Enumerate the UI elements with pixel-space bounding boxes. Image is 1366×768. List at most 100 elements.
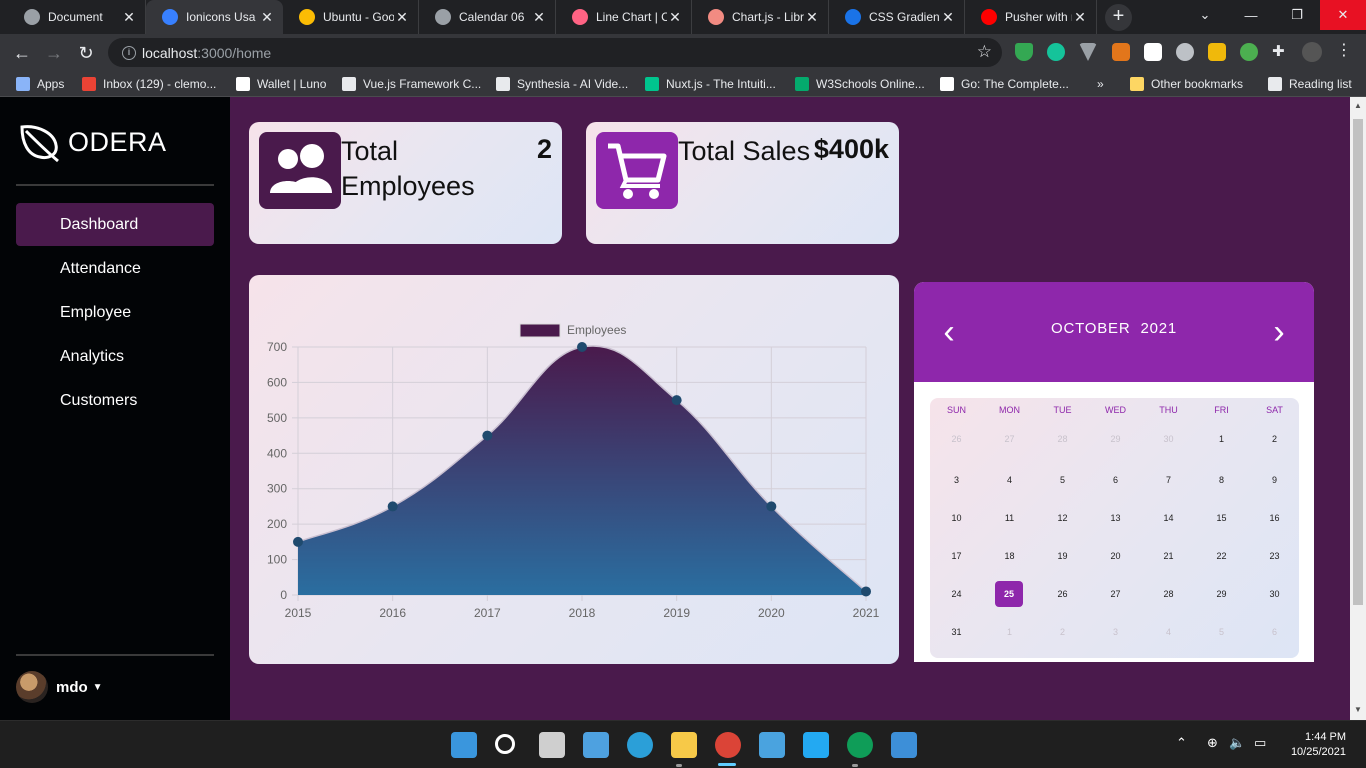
calendar-day[interactable]: 17 [930, 543, 983, 569]
browser-tab[interactable]: Calendar 06 ✕ [419, 0, 556, 34]
calendar-day[interactable]: 4 [983, 467, 1036, 493]
site-info-icon[interactable]: i [122, 45, 136, 60]
calendar-day[interactable]: 28 [1142, 581, 1195, 607]
widgets-icon[interactable] [583, 732, 609, 758]
next-month-icon[interactable]: › [1264, 312, 1294, 352]
close-tab-icon[interactable]: ✕ [259, 9, 275, 26]
battery-icon[interactable]: ▭ [1254, 735, 1266, 751]
bookmark-item[interactable]: Vue.js Framework C... [342, 75, 481, 93]
grammarly-icon[interactable] [1047, 43, 1065, 61]
calendar-day[interactable]: 6 [1248, 619, 1301, 645]
bookmark-item[interactable]: Go: The Complete... [940, 75, 1069, 93]
calendar-day[interactable]: 1 [983, 619, 1036, 645]
calendar-day[interactable]: 19 [1036, 543, 1089, 569]
sidebar-item-analytics[interactable]: Analytics [16, 335, 214, 378]
browser-tab[interactable]: Ubuntu - Goo ✕ [283, 0, 419, 34]
calendar-day[interactable]: 23 [1248, 543, 1301, 569]
calendar-day[interactable]: 30 [1142, 426, 1195, 452]
chrome-menu-icon[interactable]: ⋮ [1336, 40, 1354, 59]
calendar-day[interactable]: 26 [1036, 581, 1089, 607]
vscode-icon[interactable] [803, 732, 829, 758]
more-bookmarks-button[interactable]: » [1097, 75, 1104, 93]
calendar-day[interactable]: 14 [1142, 505, 1195, 531]
globe-extension-icon[interactable] [1240, 43, 1258, 61]
bookmark-item[interactable]: Synthesia - AI Vide... [496, 75, 628, 93]
calendar-day[interactable]: 5 [1195, 619, 1248, 645]
browser-tab[interactable]: Pusher with n ✕ [965, 0, 1097, 34]
calendar-day[interactable]: 7 [1142, 467, 1195, 493]
browser-tab[interactable]: CSS Gradient ✕ [829, 0, 965, 34]
calendar-day[interactable]: 29 [1089, 426, 1142, 452]
close-tab-icon[interactable]: ✕ [804, 9, 820, 26]
calendar-day[interactable]: 30 [1248, 581, 1301, 607]
calendar-day[interactable]: 10 [930, 505, 983, 531]
calendar-day[interactable]: 16 [1248, 505, 1301, 531]
address-bar[interactable]: i localhost:3000/home ☆ [108, 38, 1002, 67]
browser-tab[interactable]: Line Chart | C ✕ [556, 0, 692, 34]
calendar-day[interactable]: 24 [930, 581, 983, 607]
calendar-day[interactable]: 26 [930, 426, 983, 452]
calendar-day[interactable]: 27 [983, 426, 1036, 452]
scrollbar-thumb[interactable] [1353, 119, 1363, 605]
sidebar-item-employee[interactable]: Employee [16, 291, 214, 334]
calendar-day[interactable]: 15 [1195, 505, 1248, 531]
task-view-icon[interactable] [539, 732, 565, 758]
calendar-day[interactable]: 22 [1195, 543, 1248, 569]
calendar-day[interactable]: 2 [1036, 619, 1089, 645]
photos-icon[interactable] [891, 732, 917, 758]
calendar-day[interactable]: 27 [1089, 581, 1142, 607]
show-hidden-icons-icon[interactable]: ⌃ [1176, 735, 1187, 751]
close-window-button[interactable]: ✕ [1320, 0, 1366, 30]
brand-logo[interactable]: ODERA [18, 121, 167, 163]
close-tab-icon[interactable]: ✕ [1072, 9, 1088, 26]
language-icon[interactable]: ⊕ [1207, 735, 1218, 751]
scroll-up-icon[interactable]: ▲ [1354, 101, 1362, 110]
calendar-day[interactable]: 11 [983, 505, 1036, 531]
bookmark-item[interactable]: Apps [16, 75, 64, 93]
chrome-profile-icon[interactable] [847, 732, 873, 758]
calendar-day[interactable]: 13 [1089, 505, 1142, 531]
calendar-day[interactable]: 4 [1142, 619, 1195, 645]
volume-icon[interactable]: 🔈 [1229, 735, 1245, 751]
binance-wallet-icon[interactable] [1208, 43, 1226, 61]
file-explorer-icon[interactable] [671, 732, 697, 758]
extensions-puzzle-icon[interactable]: ✚ [1272, 42, 1290, 60]
browser-tab[interactable]: Ionicons Usa ✕ [146, 0, 283, 34]
close-tab-icon[interactable]: ✕ [531, 9, 547, 26]
close-tab-icon[interactable]: ✕ [940, 9, 956, 26]
edge-icon[interactable] [627, 732, 653, 758]
bookmark-item[interactable]: Wallet | Luno [236, 75, 326, 93]
metamask-icon[interactable] [1112, 43, 1130, 61]
bookmark-item[interactable]: Reading list [1268, 75, 1352, 93]
calendar-day[interactable]: 12 [1036, 505, 1089, 531]
calendar-day[interactable]: 6 [1089, 467, 1142, 493]
microsoft-store-icon[interactable] [759, 732, 785, 758]
new-tab-button[interactable]: + [1105, 4, 1132, 31]
calendar-day[interactable]: 31 [930, 619, 983, 645]
minimize-button[interactable]: — [1228, 0, 1274, 30]
scroll-down-icon[interactable]: ▼ [1354, 705, 1362, 714]
page-scrollbar[interactable]: ▲ ▼ [1350, 97, 1366, 720]
calendar-day[interactable]: 3 [930, 467, 983, 493]
search-icon[interactable] [495, 734, 515, 754]
close-tab-icon[interactable]: ✕ [667, 9, 683, 26]
calendar-day[interactable]: 18 [983, 543, 1036, 569]
back-icon[interactable]: ← [8, 39, 36, 67]
calendar-day[interactable]: 5 [1036, 467, 1089, 493]
restore-button[interactable]: ❐ [1274, 0, 1320, 30]
browser-tab[interactable]: Chart.js - Libr ✕ [692, 0, 829, 34]
calendar-day-today[interactable]: 25 [995, 581, 1023, 607]
calendar-day[interactable]: 21 [1142, 543, 1195, 569]
bookmark-item[interactable]: Nuxt.js - The Intuiti... [645, 75, 776, 93]
calendar-day[interactable]: 3 [1089, 619, 1142, 645]
compass-extension-icon[interactable] [1176, 43, 1194, 61]
calendar-day[interactable]: 9 [1248, 467, 1301, 493]
calendar-day[interactable]: 29 [1195, 581, 1248, 607]
reload-icon[interactable]: ↻ [72, 39, 100, 67]
vue-devtools-icon[interactable] [1079, 43, 1097, 61]
calendar-day[interactable]: 28 [1036, 426, 1089, 452]
bookmark-star-icon[interactable]: ☆ [977, 42, 992, 62]
sidebar-item-customers[interactable]: Customers [16, 379, 214, 422]
profile-avatar[interactable] [1302, 42, 1322, 62]
shield-extension-icon[interactable] [1015, 43, 1033, 61]
